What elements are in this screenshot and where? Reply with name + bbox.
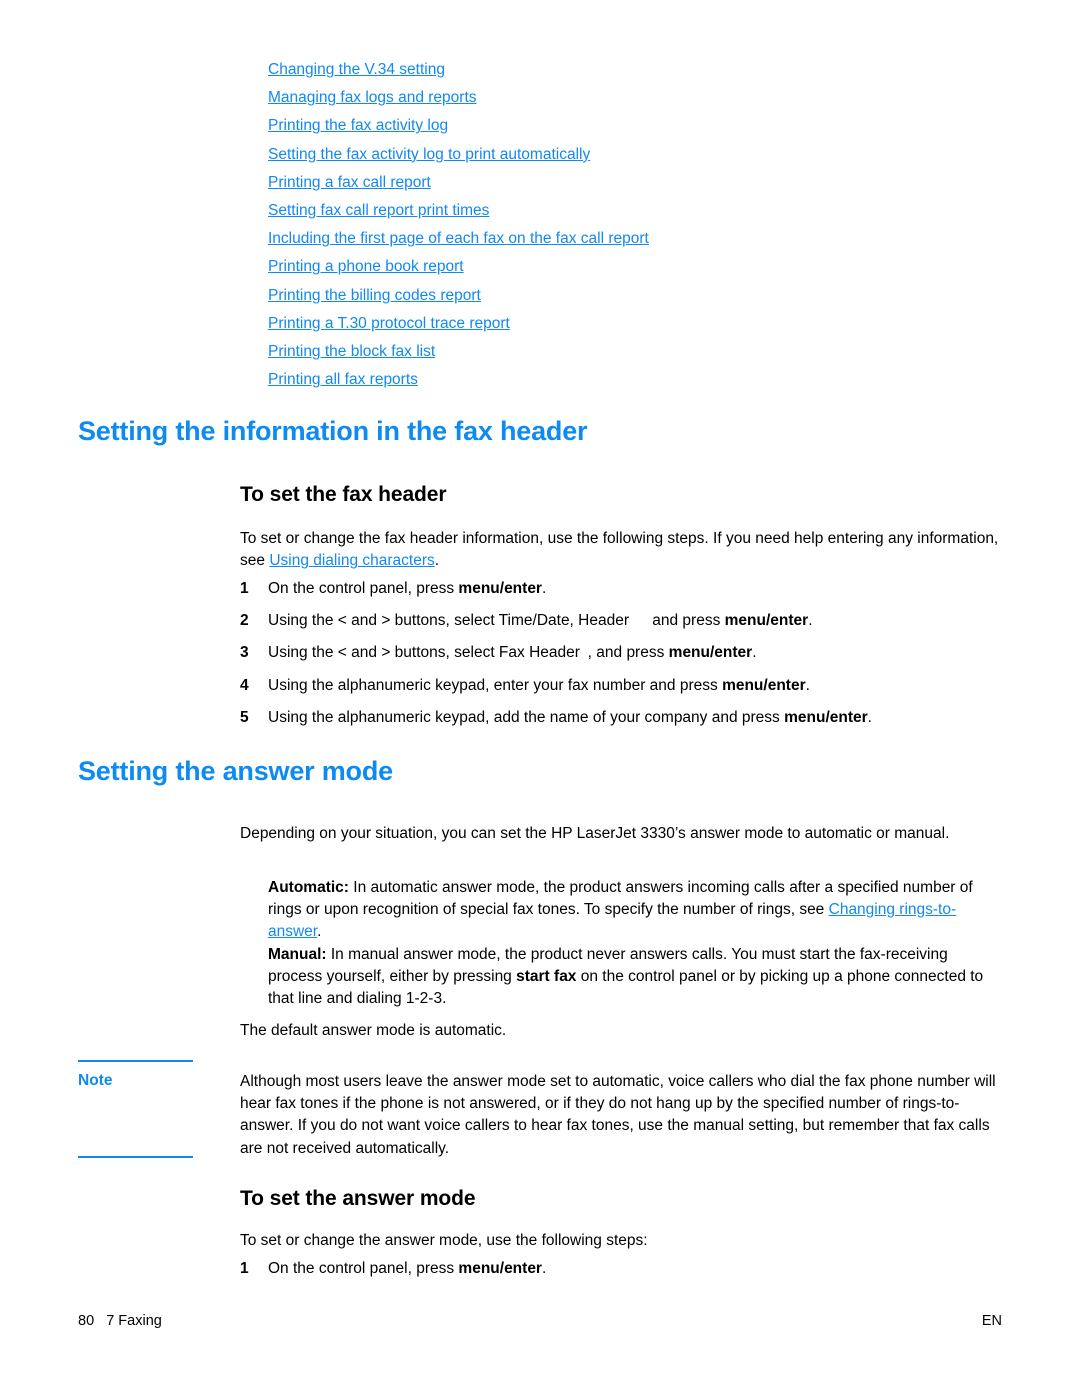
step-plain-token: . [808, 612, 813, 630]
manual-bold-start-fax: start fax [516, 968, 577, 986]
note-body-text: Although most users leave the answer mod… [240, 1073, 996, 1157]
toc-link[interactable]: Printing the block fax list [268, 338, 1008, 366]
step-plain-token: . [867, 708, 872, 726]
step-plain-token: . [752, 644, 757, 662]
paragraph-automatic-mode: Automatic: In automatic answer mode, the… [268, 877, 1000, 944]
step-text: Using the alphanumeric keypad, enter you… [268, 677, 810, 694]
step-plain-token: Using the alphanumeric keypad, add the n… [268, 708, 785, 726]
document-page: Changing the V.34 setting Managing fax lo… [0, 0, 1080, 1397]
step-number: 4 [240, 676, 249, 694]
footer-language-code: EN [981, 1313, 1002, 1329]
toc-link[interactable]: Managing fax logs and reports [268, 84, 1008, 112]
subheading-to-set-the-answer-mode: To set the answer mode [240, 1187, 476, 1210]
paragraph-fax-header-intro: To set or change the fax header informat… [240, 528, 1000, 572]
step-plain-token: . [541, 580, 547, 597]
toc-link[interactable]: Printing all fax reports [268, 366, 1008, 394]
link-using-dialing-characters[interactable]: Using dialing characters [269, 552, 434, 569]
step-plain-token: On the control panel, press [268, 1260, 459, 1277]
toc-link[interactable]: Printing a fax call report [268, 169, 1008, 197]
step-plain-token: . [541, 1260, 547, 1277]
toc-link-list: Changing the V.34 setting Managing fax lo… [268, 56, 1008, 394]
step-number: 5 [240, 708, 249, 726]
footer-page-and-chapter: 80 7 Faxing [78, 1313, 162, 1329]
step-plain-token: . [805, 676, 810, 694]
step-plain-token: On the control panel, press [268, 580, 459, 597]
note-label-column: Note [78, 1060, 193, 1091]
note-label: Note [78, 1072, 113, 1089]
step-plain-token: Using the < and > buttons, select Time/D… [268, 612, 725, 630]
note-rule-top [78, 1060, 193, 1062]
paragraph-answer-mode-intro: Depending on your situation, you can set… [240, 825, 950, 842]
step-bold-token: menu/enter [722, 676, 806, 694]
step-item-fax-header: 3 Using the < and > buttons, select Fax H… [240, 642, 1000, 664]
step-bold-token: menu/enter [784, 708, 868, 726]
step-text: On the control panel, press menu/enter. [268, 1260, 546, 1277]
step-text: Using the < and > buttons, select Time/D… [268, 612, 813, 629]
paragraph-default-answer-mode: The default answer mode is automatic. [240, 1022, 507, 1039]
toc-link[interactable]: Setting fax call report print times [268, 197, 1008, 225]
step-bold-token: menu/enter [724, 612, 809, 630]
automatic-label: Automatic: [268, 879, 349, 896]
step-bold-token: menu/enter [458, 1260, 542, 1277]
toc-link[interactable]: Changing the V.34 setting [268, 56, 1008, 84]
step-item-answer-mode: 1 On the control panel, press menu/enter. [240, 1258, 1000, 1280]
intro-text-part2: . [434, 552, 440, 570]
step-number: 2 [240, 612, 249, 630]
step-text: Using the < and > buttons, select Fax He… [268, 644, 757, 661]
subheading-to-set-the-fax-header: To set the fax header [240, 483, 447, 506]
step-item-fax-header: 2 Using the < and > buttons, select Time/… [240, 610, 1000, 632]
step-plain-token: Using the < and > buttons, select Fax He… [268, 644, 669, 662]
step-text: On the control panel, press menu/enter. [268, 580, 546, 597]
toc-link[interactable]: Printing the fax activity log [268, 112, 1008, 140]
step-item-fax-header: 1 On the control panel, press menu/enter. [240, 578, 1000, 600]
automatic-text-part2: . [317, 923, 322, 941]
toc-link[interactable]: Printing the billing codes report [268, 282, 1008, 310]
heading-setting-answer-mode: Setting the answer mode [78, 756, 393, 786]
note-rule-bottom [78, 1156, 193, 1158]
toc-link[interactable]: Including the first page of each fax on … [268, 225, 1008, 253]
toc-link[interactable]: Printing a phone book report [268, 253, 1008, 281]
manual-label: Manual: [268, 946, 327, 963]
step-number: 1 [240, 1260, 249, 1277]
steps-list-answer-mode: 1 On the control panel, press menu/enter. [240, 1258, 1000, 1290]
step-item-fax-header: 5 Using the alphanumeric keypad, add the … [240, 707, 1000, 729]
steps-list-fax-header: 1 On the control panel, press menu/enter.… [240, 578, 1000, 739]
toc-link[interactable]: Printing a T.30 protocol trace report [268, 310, 1008, 338]
step-plain-token: Using the alphanumeric keypad, enter you… [268, 676, 723, 694]
paragraph-manual-mode: Manual: In manual answer mode, the produ… [268, 944, 1000, 1011]
step-number: 1 [240, 580, 249, 597]
step-bold-token: menu/enter [458, 580, 542, 597]
step-bold-token: menu/enter [668, 644, 753, 662]
heading-setting-fax-header: Setting the information in the fax heade… [78, 416, 588, 446]
step-number: 3 [240, 644, 249, 662]
step-text: Using the alphanumeric keypad, add the n… [268, 709, 872, 726]
toc-link[interactable]: Setting the fax activity log to print au… [268, 141, 1008, 169]
step-item-fax-header: 4 Using the alphanumeric keypad, enter yo… [240, 675, 1000, 697]
paragraph-answer-mode-steps-intro: To set or change the answer mode, use th… [240, 1232, 648, 1249]
page-footer: 80 7 Faxing EN [78, 1313, 1002, 1329]
